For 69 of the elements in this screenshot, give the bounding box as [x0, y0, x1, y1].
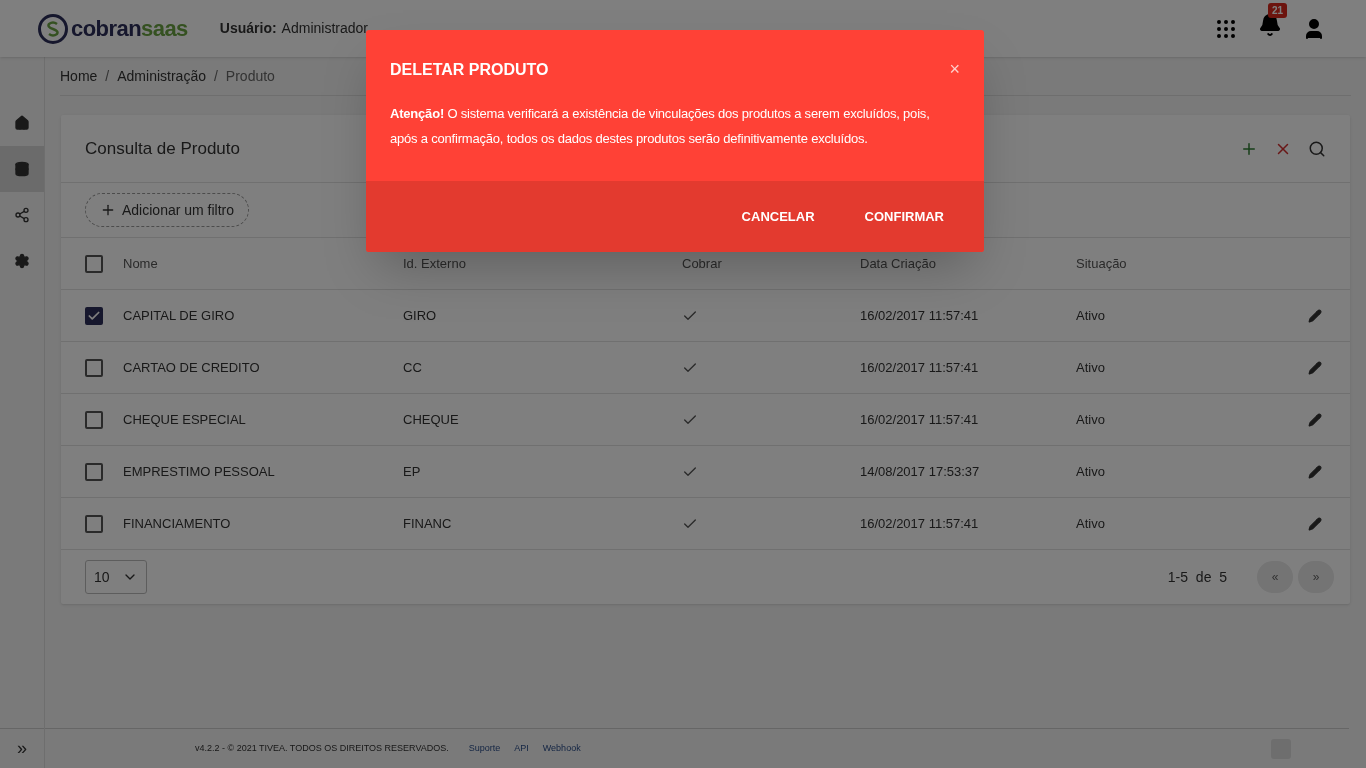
- notification-badge: 21: [1268, 3, 1288, 18]
- checkbox[interactable]: [85, 358, 103, 377]
- table-cell-text: CARTAO DE CREDITO: [123, 358, 261, 377]
- breadcrumb-separator: /: [213, 67, 218, 86]
- column-header: Id. Externo: [403, 254, 467, 273]
- copyright-text: v4.2.2 - © 2021 TIVEA. TODOS OS DIREITOS RESERVADOS.: [195, 741, 449, 755]
- column-header: Data Criação: [860, 254, 937, 273]
- breadcrumb-item[interactable]: Home: [60, 66, 98, 87]
- table-cell-text: Ativo: [1076, 306, 1106, 325]
- checkbox[interactable]: [85, 410, 103, 429]
- share-icon: [14, 207, 30, 223]
- search-icon[interactable]: [1308, 139, 1326, 158]
- expand-button[interactable]: »: [0, 728, 44, 768]
- table-cell-text: FINANC: [403, 514, 453, 533]
- table-cell-text: 16/02/2017 11:57:41: [860, 358, 980, 377]
- table-cell-text: CHEQUE ESPECIAL: [123, 410, 247, 429]
- user-value: Administrador: [281, 19, 368, 38]
- table-cell-text: CAPITAL DE GIRO: [123, 306, 236, 325]
- table-cell-text: 16/02/2017 11:57:41: [860, 514, 980, 533]
- table-cell-text: CC: [403, 358, 423, 377]
- footer-link[interactable]: Webhook: [542, 741, 581, 756]
- checkbox[interactable]: [85, 254, 103, 273]
- checkbox[interactable]: [85, 514, 103, 533]
- previous-page-button[interactable]: «: [1257, 561, 1293, 593]
- notifications-icon[interactable]: [1258, 13, 1282, 37]
- column-header: Cobrar: [682, 254, 723, 273]
- table-cell-text: GIRO: [403, 306, 438, 325]
- edit-icon[interactable]: [1308, 516, 1322, 531]
- edit-icon[interactable]: [1308, 464, 1322, 479]
- database-icon: [14, 161, 30, 177]
- table-cell-text: EMPRESTIMO PESSOAL: [123, 462, 276, 481]
- page-size-select[interactable]: 10: [85, 560, 147, 594]
- pagination-range: 1-5 de 5: [1167, 567, 1227, 587]
- footer-link[interactable]: Suporte: [468, 741, 501, 756]
- dialog-title: DELETAR PRODUTO: [390, 59, 549, 80]
- user-label: Usuário:: [219, 19, 277, 38]
- breadcrumb-item[interactable]: Administração: [117, 66, 206, 87]
- table-cell-text: FINANCIAMENTO: [123, 514, 232, 533]
- column-header: Situação: [1076, 254, 1128, 273]
- footer-link[interactable]: API: [514, 741, 529, 756]
- dialog-message: Atenção! O sistema verificará a existência de vinculações dos produtos a serem excluídos, pois, após a confirmação, todos os dados destes produtos serão definitivamente excluídos.: [389, 105, 931, 148]
- table-cell-text: 16/02/2017 11:57:41: [860, 306, 980, 325]
- breadcrumb-item: Produto: [225, 67, 275, 86]
- dialog-button[interactable]: CONFIRMAR: [844, 198, 964, 235]
- edit-icon[interactable]: [1308, 360, 1322, 375]
- home-icon: [14, 115, 30, 131]
- dialog-button[interactable]: CANCELAR: [721, 198, 835, 235]
- checkbox[interactable]: [85, 306, 103, 325]
- table-cell-text: EP: [403, 462, 422, 481]
- table-cell-text: CHEQUE: [403, 410, 460, 429]
- logo-text: cobransaas: [71, 15, 188, 43]
- checkbox[interactable]: [85, 462, 103, 481]
- table-cell-text: Ativo: [1076, 514, 1106, 533]
- sidebar-item[interactable]: [0, 146, 44, 192]
- table-cell-text: 14/08/2017 17:53:37: [860, 462, 981, 481]
- next-page-button[interactable]: »: [1298, 561, 1334, 593]
- settings-icon: [14, 253, 30, 269]
- table-cell-text: 16/02/2017 11:57:41: [860, 410, 980, 429]
- breadcrumb-separator: /: [105, 67, 110, 86]
- card-title: Consulta de Produto: [85, 137, 240, 160]
- table-cell-text: Ativo: [1076, 358, 1106, 377]
- edit-icon[interactable]: [1308, 308, 1322, 323]
- column-header: Nome: [123, 254, 159, 273]
- table-cell-text: Ativo: [1076, 462, 1106, 481]
- edit-icon[interactable]: [1308, 412, 1322, 427]
- plus-icon: [100, 202, 116, 218]
- close-button[interactable]: ×: [949, 56, 960, 83]
- logo-icon: [38, 13, 68, 44]
- table-cell-text: Ativo: [1076, 410, 1106, 429]
